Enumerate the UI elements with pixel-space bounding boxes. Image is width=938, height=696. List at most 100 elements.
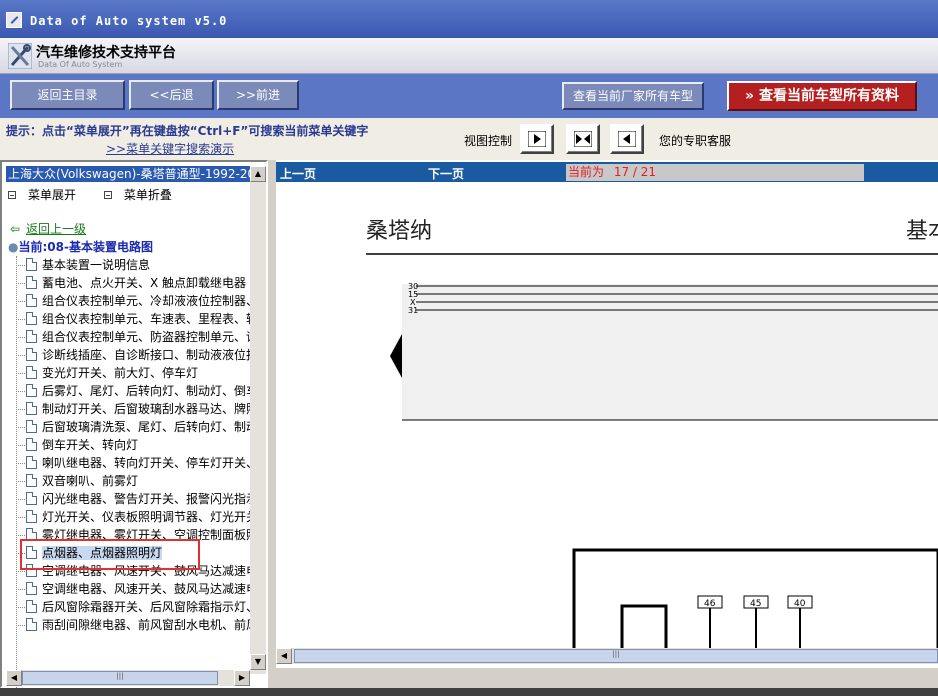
next-page-button[interactable]: 下一页 (428, 165, 464, 182)
tree-item-label: 组合仪表控制单元、车速表、里程表、转 (42, 312, 250, 326)
tree-branch-line (16, 355, 25, 356)
hint-text: 提示：点击“菜单展开”再在键盘按“Ctrl+F”可搜索当前菜单关键字 (6, 124, 369, 138)
tree-item[interactable]: 闪光继电器、警告灯开关、报警闪光指示 (16, 490, 250, 508)
expand-menu-label: 菜单展开 (28, 188, 77, 202)
content-scroll-left-arrow[interactable]: ◀ (276, 648, 292, 664)
document-icon (26, 618, 37, 631)
tree-item-label: 双音喇叭、前雾灯 (42, 474, 139, 488)
forward-button[interactable]: >>前进 (217, 80, 299, 110)
sidebar-horizontal-scrollbar[interactable]: ◀ ||| ▶ (6, 670, 250, 686)
tree-item[interactable]: 空调继电器、风速开关、鼓风马达减速电 (16, 580, 250, 598)
tree-item[interactable]: 蓄电池、点火开关、X 触点卸载继电器 (16, 274, 250, 292)
page-nav-bar: 上一页 下一页 当前为 17 / 21 (276, 162, 938, 182)
collapse-menu-label: 菜单折叠 (123, 188, 172, 202)
tree-item[interactable]: 组合仪表控制单元、防盗器控制单元、读 (16, 328, 250, 346)
tree-item[interactable]: 倒车开关、转向灯 (16, 436, 250, 454)
view-split-button[interactable] (566, 124, 600, 154)
document-icon (26, 348, 37, 361)
fuse-45: 45 (743, 595, 769, 652)
home-button[interactable]: 返回主目录 (10, 80, 125, 110)
tree-item[interactable]: 喇叭继电器、转向灯开关、停车灯开关、 (16, 454, 250, 472)
scroll-left-arrow[interactable]: ◀ (6, 670, 22, 686)
tree-branch-line (16, 481, 25, 482)
tree-branch-line (16, 463, 25, 464)
tree-branch-line (16, 319, 25, 320)
tree-item[interactable]: 基本装置一说明信息 (16, 256, 250, 274)
document-icon (26, 312, 37, 325)
all-info-button[interactable]: » 查看当前车型所有资料 (727, 81, 917, 111)
tree-item-label: 组合仪表控制单元、冷却液液位控制器、 (42, 294, 250, 308)
back-button[interactable]: <<后退 (129, 80, 214, 110)
diagram-left-arrow (390, 334, 402, 378)
tree-item-label: 后雾灯、尾灯、后转向灯、制动灯、倒车 (42, 384, 250, 398)
page-indicator: 当前为 17 / 21 (566, 164, 864, 181)
tree-branch-line (16, 391, 25, 392)
scroll-right-arrow[interactable]: ▶ (234, 670, 250, 686)
fuse-label-45: 45 (750, 599, 761, 609)
document-icon (26, 474, 37, 487)
tree-item[interactable]: 变光灯开关、前大灯、停车灯 (16, 364, 250, 382)
tree-item-label: 制动灯开关、后窗玻璃刮水器马达、牌照 (42, 402, 250, 416)
tree-item-label: 变光灯开关、前大灯、停车灯 (42, 366, 199, 380)
tree-item[interactable]: 组合仪表控制单元、车速表、里程表、转 (16, 310, 250, 328)
tree-branch-line (16, 265, 25, 266)
doc-title-right: 基本 (906, 219, 938, 244)
tree-item-label: 灯光开关、仪表板照明调节器、灯光开关 (42, 510, 250, 524)
tree-branch-line (16, 625, 25, 626)
tree-item[interactable]: 雨刮间隙继电器、前风窗刮水电机、前风 (16, 616, 250, 634)
tree-branch-line (16, 445, 25, 446)
tree-item[interactable]: 灯光开关、仪表板照明调节器、灯光开关 (16, 508, 250, 526)
relay-board-area (402, 284, 938, 420)
pane-splitter[interactable] (268, 160, 276, 688)
scroll-thumb[interactable]: ||| (22, 671, 218, 685)
tree-branch-line (16, 571, 25, 572)
collapse-square-icon (8, 191, 16, 199)
document-icon (26, 294, 37, 307)
document-icon (26, 510, 37, 523)
tree-item-label: 后风窗除霜器开关、后风窗除霜指示灯、 (42, 600, 250, 614)
brand-subtitle: Data Of Auto System (38, 60, 123, 69)
fuse-label-40: 40 (794, 599, 806, 609)
view-right-button[interactable] (610, 124, 644, 154)
tree-branch-line (16, 607, 25, 608)
content-scroll-thumb[interactable]: ||| (294, 649, 938, 663)
all-models-button[interactable]: 查看当前厂家所有车型 (562, 82, 704, 110)
tree-branch-line (16, 427, 25, 428)
arrow-left-icon (618, 131, 636, 147)
tree-item[interactable]: 双音喇叭、前雾灯 (16, 472, 250, 490)
document-icon (26, 492, 37, 505)
scroll-up-arrow[interactable]: ▲ (250, 166, 266, 182)
back-up-link[interactable]: ⇦ 返回上一级 (10, 220, 86, 237)
nav-toolbar: 返回主目录 <<后退 >>前进 查看当前厂家所有车型 » 查看当前车型所有资料 (0, 74, 938, 118)
tree-branch-line (16, 535, 25, 536)
tree-branch-line (16, 499, 25, 500)
sidebar-vertical-scrollbar[interactable]: ▲ ▼ (250, 166, 266, 674)
prev-page-button[interactable]: 上一页 (280, 165, 316, 182)
tree-item[interactable]: 诊断线插座、自诊断接口、制动液液位报 (16, 346, 250, 364)
view-left-button[interactable] (520, 124, 554, 154)
bulb-icon: ● (8, 240, 19, 254)
tree-branch-line (16, 589, 25, 590)
doc-title-left: 桑塔纳 (366, 219, 432, 244)
tree-item-label: 倒车开关、转向灯 (42, 438, 139, 452)
tree-item[interactable]: 后雾灯、尾灯、后转向灯、制动灯、倒车 (16, 382, 250, 400)
content-horizontal-scrollbar[interactable]: ◀ ||| (276, 648, 938, 664)
back-arrow-icon: ⇦ (10, 222, 21, 236)
collapse-menu-button[interactable]: 菜单折叠 (103, 188, 184, 202)
document-icon (26, 600, 37, 613)
service-label[interactable]: 您的专职客服 (659, 132, 731, 149)
document-icon (26, 456, 37, 469)
collapse-square-icon (103, 191, 112, 199)
expand-menu-button[interactable]: 菜单展开 (8, 188, 88, 202)
menu-toggles: 菜单展开 菜单折叠 (8, 186, 196, 203)
tree-item[interactable]: 后风窗除霜器开关、后风窗除霜指示灯、 (16, 598, 250, 616)
fuse-46: 46 (697, 595, 723, 652)
search-demo-link[interactable]: >>菜单关键字搜索演示 (106, 140, 234, 157)
tree-item[interactable]: 后窗玻璃清洗泵、尾灯、后转向灯、制动 (16, 418, 250, 436)
tree-list: 基本装置一说明信息 蓄电池、点火开关、X 触点卸载继电器组合仪表控制单元、冷却液液… (16, 256, 250, 676)
all-info-label: 查看当前车型所有资料 (758, 88, 899, 104)
split-view-icon (574, 131, 592, 147)
scroll-down-arrow[interactable]: ▼ (250, 654, 266, 670)
tree-item[interactable]: 制动灯开关、后窗玻璃刮水器马达、牌照 (16, 400, 250, 418)
tree-item[interactable]: 组合仪表控制单元、冷却液液位控制器、 (16, 292, 250, 310)
